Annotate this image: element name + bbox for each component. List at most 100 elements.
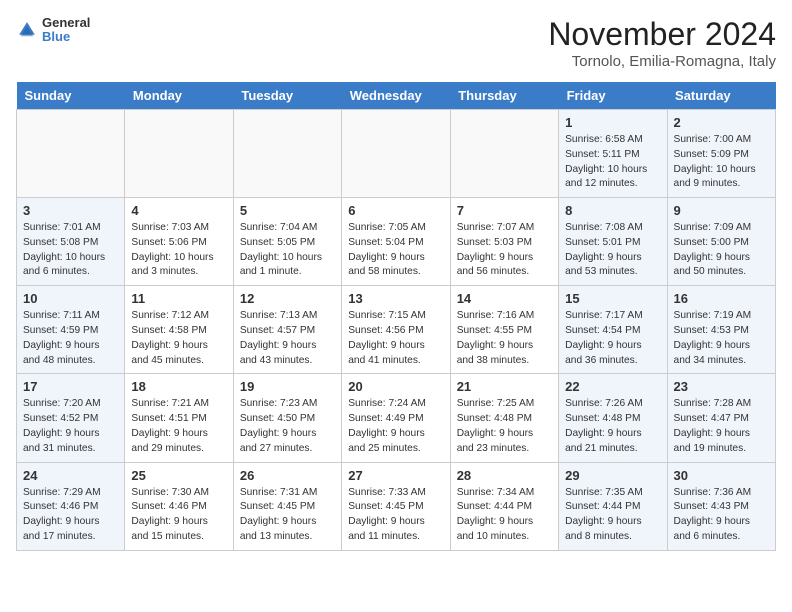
- day-info: Sunrise: 7:23 AM Sunset: 4:50 PM Dayligh…: [240, 397, 335, 456]
- day-number: 20: [348, 379, 443, 394]
- page-header: General Blue November 2024 Tornolo, Emil…: [16, 16, 776, 70]
- calendar-week-1: 1 Sunrise: 6:58 AM Sunset: 5:11 PM Daylig…: [17, 110, 776, 198]
- day-number: 30: [674, 468, 769, 483]
- calendar-week-4: 17Sunrise: 7:20 AM Sunset: 4:52 PM Dayli…: [17, 374, 776, 462]
- calendar-cell: 29Sunrise: 7:35 AM Sunset: 4:44 PM Dayli…: [559, 462, 667, 550]
- calendar-cell: 8Sunrise: 7:08 AM Sunset: 5:01 PM Daylig…: [559, 198, 667, 286]
- calendar-cell: 6 Sunrise: 7:05 AM Sunset: 5:04 PM Daylig…: [342, 198, 450, 286]
- day-info: Sunrise: 7:01 AM Sunset: 5:08 PM Dayligh…: [23, 221, 118, 280]
- day-info: Sunrise: 7:09 AM Sunset: 5:00 PM Dayligh…: [674, 221, 769, 280]
- day-info: Sunrise: 6:58 AM Sunset: 5:11 PM Dayligh…: [565, 133, 660, 192]
- calendar-week-3: 10 Sunrise: 7:11 AM Sunset: 4:59 PM Dayli…: [17, 286, 776, 374]
- header-thursday: Thursday: [450, 82, 558, 110]
- day-number: 5: [240, 203, 335, 218]
- day-number: 7: [457, 203, 552, 218]
- day-number: 26: [240, 468, 335, 483]
- calendar-cell: 15Sunrise: 7:17 AM Sunset: 4:54 PM Dayli…: [559, 286, 667, 374]
- day-info: Sunrise: 7:35 AM Sunset: 4:44 PM Dayligh…: [565, 486, 660, 545]
- day-number: 27: [348, 468, 443, 483]
- day-number: 17: [23, 379, 118, 394]
- header-monday: Monday: [125, 82, 233, 110]
- calendar-cell: [125, 110, 233, 198]
- day-info: Sunrise: 7:21 AM Sunset: 4:51 PM Dayligh…: [131, 397, 226, 456]
- day-info: Sunrise: 7:07 AM Sunset: 5:03 PM Dayligh…: [457, 221, 552, 280]
- day-info: Sunrise: 7:16 AM Sunset: 4:55 PM Dayligh…: [457, 309, 552, 368]
- day-info: Sunrise: 7:19 AM Sunset: 4:53 PM Dayligh…: [674, 309, 769, 368]
- calendar-cell: 20 Sunrise: 7:24 AM Sunset: 4:49 PM Dayli…: [342, 374, 450, 462]
- day-number: 25: [131, 468, 226, 483]
- calendar-cell: 10 Sunrise: 7:11 AM Sunset: 4:59 PM Dayli…: [17, 286, 125, 374]
- calendar-cell: 5 Sunrise: 7:04 AM Sunset: 5:05 PM Daylig…: [233, 198, 341, 286]
- day-number: 19: [240, 379, 335, 394]
- location-title: Tornolo, Emilia-Romagna, Italy: [548, 53, 776, 70]
- calendar-cell: [450, 110, 558, 198]
- calendar-header-row: SundayMondayTuesdayWednesdayThursdayFrid…: [17, 82, 776, 110]
- day-number: 18: [131, 379, 226, 394]
- day-info: Sunrise: 7:12 AM Sunset: 4:58 PM Dayligh…: [131, 309, 226, 368]
- day-info: Sunrise: 7:28 AM Sunset: 4:47 PM Dayligh…: [674, 397, 769, 456]
- day-info: Sunrise: 7:05 AM Sunset: 5:04 PM Dayligh…: [348, 221, 443, 280]
- calendar-cell: 3 Sunrise: 7:01 AM Sunset: 5:08 PM Daylig…: [17, 198, 125, 286]
- day-info: Sunrise: 7:11 AM Sunset: 4:59 PM Dayligh…: [23, 309, 118, 368]
- day-info: Sunrise: 7:17 AM Sunset: 4:54 PM Dayligh…: [565, 309, 660, 368]
- calendar-cell: 11 Sunrise: 7:12 AM Sunset: 4:58 PM Dayli…: [125, 286, 233, 374]
- logo-text: General Blue: [42, 16, 90, 45]
- calendar-cell: 16 Sunrise: 7:19 AM Sunset: 4:53 PM Dayli…: [667, 286, 775, 374]
- calendar-cell: 12 Sunrise: 7:13 AM Sunset: 4:57 PM Dayli…: [233, 286, 341, 374]
- day-number: 6: [348, 203, 443, 218]
- calendar-week-5: 24Sunrise: 7:29 AM Sunset: 4:46 PM Dayli…: [17, 462, 776, 550]
- calendar-cell: 4Sunrise: 7:03 AM Sunset: 5:06 PM Daylig…: [125, 198, 233, 286]
- month-title: November 2024: [548, 16, 776, 53]
- day-info: Sunrise: 7:31 AM Sunset: 4:45 PM Dayligh…: [240, 486, 335, 545]
- calendar-cell: 14 Sunrise: 7:16 AM Sunset: 4:55 PM Dayli…: [450, 286, 558, 374]
- day-info: Sunrise: 7:03 AM Sunset: 5:06 PM Dayligh…: [131, 221, 226, 280]
- calendar-cell: 27 Sunrise: 7:33 AM Sunset: 4:45 PM Dayli…: [342, 462, 450, 550]
- day-info: Sunrise: 7:36 AM Sunset: 4:43 PM Dayligh…: [674, 486, 769, 545]
- day-number: 22: [565, 379, 660, 394]
- day-info: Sunrise: 7:00 AM Sunset: 5:09 PM Dayligh…: [674, 133, 769, 192]
- calendar-cell: [342, 110, 450, 198]
- calendar-cell: 17Sunrise: 7:20 AM Sunset: 4:52 PM Dayli…: [17, 374, 125, 462]
- calendar-cell: 24Sunrise: 7:29 AM Sunset: 4:46 PM Dayli…: [17, 462, 125, 550]
- logo-icon: [16, 19, 38, 41]
- day-number: 10: [23, 291, 118, 306]
- day-number: 14: [457, 291, 552, 306]
- calendar-week-2: 3 Sunrise: 7:01 AM Sunset: 5:08 PM Daylig…: [17, 198, 776, 286]
- calendar-cell: 9 Sunrise: 7:09 AM Sunset: 5:00 PM Daylig…: [667, 198, 775, 286]
- day-number: 3: [23, 203, 118, 218]
- logo-line1: General: [42, 16, 90, 30]
- header-saturday: Saturday: [667, 82, 775, 110]
- calendar-cell: 26 Sunrise: 7:31 AM Sunset: 4:45 PM Dayli…: [233, 462, 341, 550]
- day-number: 16: [674, 291, 769, 306]
- calendar-cell: 25Sunrise: 7:30 AM Sunset: 4:46 PM Dayli…: [125, 462, 233, 550]
- calendar-cell: 21Sunrise: 7:25 AM Sunset: 4:48 PM Dayli…: [450, 374, 558, 462]
- day-number: 13: [348, 291, 443, 306]
- day-info: Sunrise: 7:13 AM Sunset: 4:57 PM Dayligh…: [240, 309, 335, 368]
- header-sunday: Sunday: [17, 82, 125, 110]
- day-number: 1: [565, 115, 660, 130]
- calendar-cell: 7 Sunrise: 7:07 AM Sunset: 5:03 PM Daylig…: [450, 198, 558, 286]
- day-number: 12: [240, 291, 335, 306]
- header-tuesday: Tuesday: [233, 82, 341, 110]
- day-info: Sunrise: 7:26 AM Sunset: 4:48 PM Dayligh…: [565, 397, 660, 456]
- day-info: Sunrise: 7:34 AM Sunset: 4:44 PM Dayligh…: [457, 486, 552, 545]
- day-info: Sunrise: 7:04 AM Sunset: 5:05 PM Dayligh…: [240, 221, 335, 280]
- calendar-cell: 1 Sunrise: 6:58 AM Sunset: 5:11 PM Daylig…: [559, 110, 667, 198]
- calendar-cell: 30 Sunrise: 7:36 AM Sunset: 4:43 PM Dayli…: [667, 462, 775, 550]
- calendar-cell: 28 Sunrise: 7:34 AM Sunset: 4:44 PM Dayli…: [450, 462, 558, 550]
- day-info: Sunrise: 7:24 AM Sunset: 4:49 PM Dayligh…: [348, 397, 443, 456]
- header-wednesday: Wednesday: [342, 82, 450, 110]
- day-number: 24: [23, 468, 118, 483]
- day-info: Sunrise: 7:15 AM Sunset: 4:56 PM Dayligh…: [348, 309, 443, 368]
- day-number: 21: [457, 379, 552, 394]
- day-info: Sunrise: 7:33 AM Sunset: 4:45 PM Dayligh…: [348, 486, 443, 545]
- day-number: 11: [131, 291, 226, 306]
- calendar-cell: 18 Sunrise: 7:21 AM Sunset: 4:51 PM Dayli…: [125, 374, 233, 462]
- calendar-cell: 23 Sunrise: 7:28 AM Sunset: 4:47 PM Dayli…: [667, 374, 775, 462]
- calendar-cell: [17, 110, 125, 198]
- title-area: November 2024 Tornolo, Emilia-Romagna, I…: [548, 16, 776, 70]
- day-number: 9: [674, 203, 769, 218]
- day-number: 28: [457, 468, 552, 483]
- day-number: 23: [674, 379, 769, 394]
- calendar-cell: 19 Sunrise: 7:23 AM Sunset: 4:50 PM Dayli…: [233, 374, 341, 462]
